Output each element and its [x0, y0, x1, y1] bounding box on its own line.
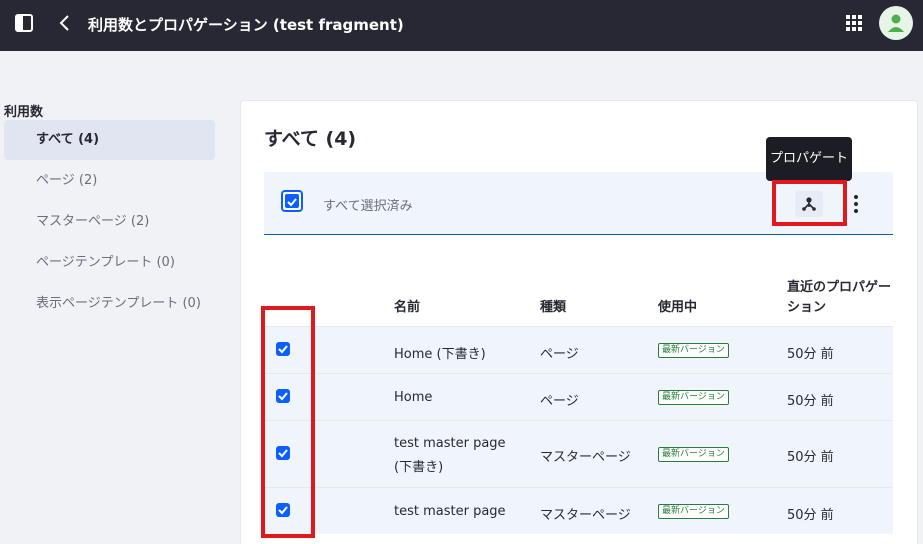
- sidebar-item-page-templates[interactable]: ページテンプレート (0): [4, 243, 215, 283]
- sidebar-heading: 利用数: [4, 105, 44, 120]
- row-name-line2[interactable]: (下書き): [394, 456, 443, 475]
- row-last-propagation: 50分 前: [787, 347, 834, 362]
- column-header-in-use[interactable]: 使用中: [658, 296, 697, 315]
- user-avatar-icon[interactable]: [879, 6, 913, 40]
- ellipsis-vertical-icon[interactable]: [850, 193, 862, 215]
- section-title: すべて (4): [264, 128, 357, 150]
- sidebar-item-display-page-templates[interactable]: 表示ページテンプレート (0): [4, 284, 215, 324]
- status-badge: 最新バージョン: [658, 447, 729, 462]
- row-last-propagation: 50分 前: [787, 508, 834, 523]
- sidebar-toggle-icon[interactable]: [14, 13, 34, 33]
- status-badge: 最新バージョン: [658, 504, 729, 519]
- row-name[interactable]: test master page: [394, 436, 506, 451]
- top-bar: 利用数とプロパゲーション (test fragment): [0, 0, 923, 51]
- row-last-propagation: 50分 前: [787, 450, 834, 465]
- sidebar-item-master-pages[interactable]: マスターページ (2): [4, 202, 215, 242]
- apps-grid-icon[interactable]: [845, 14, 863, 32]
- checkbox-fill: [285, 194, 299, 208]
- row-type: マスターページ: [540, 508, 631, 523]
- row-name[interactable]: Home: [394, 390, 432, 405]
- column-header-name[interactable]: 名前: [394, 296, 420, 315]
- row-name[interactable]: Home (下書き): [394, 343, 486, 362]
- column-header-last-propagation-line2: ション: [787, 300, 827, 315]
- status-badge: 最新バージョン: [658, 343, 729, 358]
- row-last-propagation: 50分 前: [787, 394, 834, 409]
- select-all-checkbox[interactable]: [281, 190, 303, 212]
- highlight-row-checkboxes: [261, 306, 315, 538]
- row-name[interactable]: test master page: [394, 504, 506, 519]
- row-type: ページ: [540, 347, 579, 362]
- select-all-label: すべて選択済み: [323, 199, 413, 214]
- highlight-propagate: [772, 180, 847, 226]
- column-header-type[interactable]: 種類: [540, 296, 566, 315]
- chevron-left-icon[interactable]: [56, 12, 74, 34]
- row-type: マスターページ: [540, 450, 631, 465]
- sidebar-item-pages[interactable]: ページ (2): [4, 161, 215, 201]
- propagate-tooltip: プロパゲート: [766, 137, 852, 181]
- sidebar-item-all[interactable]: すべて (4): [4, 120, 215, 160]
- status-badge: 最新バージョン: [658, 390, 729, 405]
- column-header-last-propagation[interactable]: 直近のプロパゲー: [787, 276, 891, 295]
- row-type: ページ: [540, 394, 579, 409]
- page-title: 利用数とプロパゲーション (test fragment): [88, 16, 404, 34]
